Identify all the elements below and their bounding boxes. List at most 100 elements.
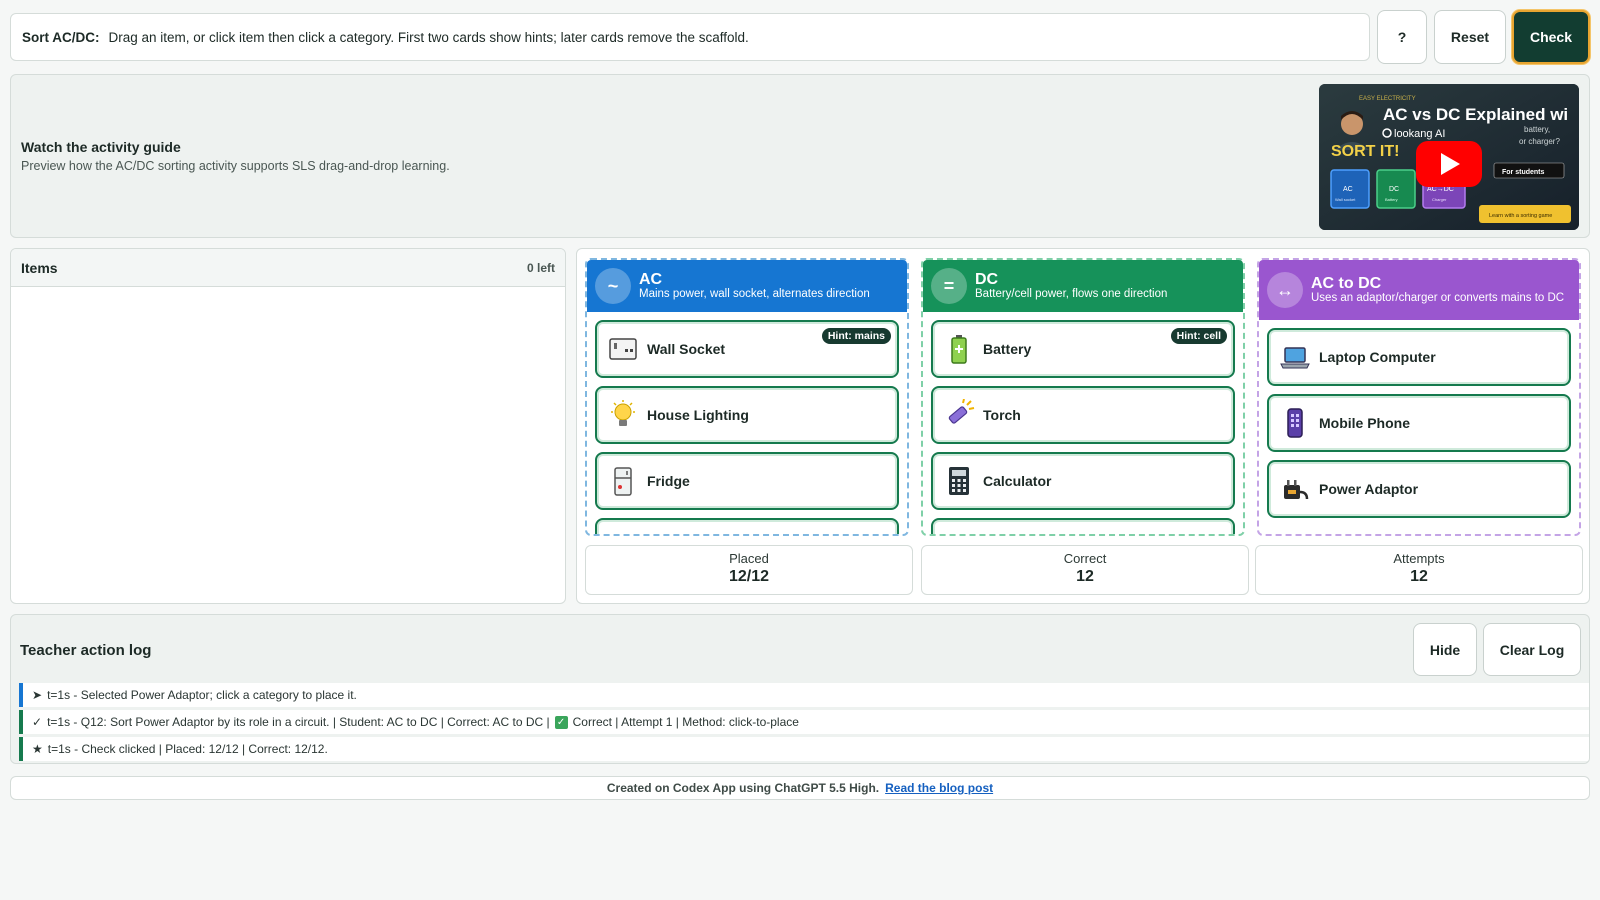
log-entry: ★ t=1s - Check clicked | Placed: 12/12 |… bbox=[19, 737, 1589, 761]
video-side-text-1: battery, bbox=[1524, 125, 1550, 134]
guide-title: Watch the activity guide bbox=[21, 139, 181, 155]
category-ac-name: AC bbox=[639, 271, 663, 288]
footer: Created on Codex App using ChatGPT 5.5 H… bbox=[10, 776, 1590, 800]
log-title: Teacher action log bbox=[20, 642, 152, 659]
category-dc-dropzone[interactable]: = DC Battery/cell power, flows one direc… bbox=[921, 258, 1245, 536]
category-dc-name: DC bbox=[975, 271, 999, 288]
category-ac-description: Mains power, wall socket, alternates dir… bbox=[639, 288, 870, 300]
items-header: Items 0 left bbox=[11, 249, 565, 287]
card-label: Battery bbox=[983, 341, 1032, 357]
category-ac-dropzone[interactable]: ~ AC Mains power, wall socket, alternate… bbox=[585, 258, 909, 536]
video-learn-text: Learn with a sorting game bbox=[1489, 213, 1552, 219]
log-entry: ✓ t=1s - Q12: Sort Power Adaptor by its … bbox=[19, 710, 1589, 734]
correct-label: Correct bbox=[1063, 551, 1107, 566]
placed-stat: Placed 12/12 bbox=[585, 545, 913, 595]
battery-icon bbox=[943, 333, 975, 365]
items-title: Items bbox=[21, 259, 58, 276]
log-entry-text: Correct | Attempt 1 | Method: click-to-p… bbox=[572, 715, 799, 729]
placed-value: 12/12 bbox=[728, 568, 770, 585]
checkmark-icon: ✓ bbox=[32, 715, 43, 729]
card-house-lighting[interactable]: House Lighting bbox=[595, 386, 899, 444]
category-ac-to-dc-name: AC to DC bbox=[1311, 275, 1382, 292]
log-entry-text: t=1s - Q12: Sort Power Adaptor by its ro… bbox=[47, 715, 550, 729]
video-box-acdc: AC→DC bbox=[1427, 186, 1454, 193]
star-icon: ★ bbox=[32, 742, 43, 756]
guide-subtitle: Preview how the AC/DC sorting activity s… bbox=[21, 159, 450, 173]
card-label: Torch bbox=[983, 407, 1021, 423]
calculator-icon bbox=[943, 465, 975, 497]
category-ac-to-dc-dropzone[interactable]: ↔ AC to DC Uses an adaptor/charger or co… bbox=[1257, 258, 1581, 536]
correct-value: 12 bbox=[1076, 568, 1094, 585]
clear-log-button[interactable]: Clear Log bbox=[1483, 623, 1581, 676]
attempts-stat: Attempts 12 bbox=[1255, 545, 1583, 595]
green-check-icon: ✓ bbox=[554, 715, 568, 729]
video-thumbnail[interactable]: EASY ELECTRICITY AC vs DC Explained wi l… bbox=[1319, 84, 1579, 230]
top-toolbar: Sort AC/DC: Drag an item, or click item … bbox=[10, 10, 1590, 64]
footer-text: Created on Codex App using ChatGPT 5.5 H… bbox=[606, 781, 880, 795]
log-entry: ➤ t=1s - Selected Power Adaptor; click a… bbox=[19, 683, 1589, 707]
help-button[interactable]: ? bbox=[1377, 10, 1427, 64]
card-label: House Lighting bbox=[647, 407, 749, 423]
category-dc-header[interactable]: = DC Battery/cell power, flows one direc… bbox=[923, 260, 1243, 312]
card-partial[interactable] bbox=[595, 518, 899, 534]
mobile-phone-icon bbox=[1279, 407, 1311, 439]
instructions-label: Sort AC/DC: bbox=[22, 29, 100, 45]
card-wall-socket[interactable]: Wall Socket Hint: mains bbox=[595, 320, 899, 378]
card-label: Power Adaptor bbox=[1319, 481, 1419, 497]
category-ac-header[interactable]: ~ AC Mains power, wall socket, alternate… bbox=[587, 260, 907, 312]
card-torch[interactable]: Torch bbox=[931, 386, 1235, 444]
ac-wave-icon: ~ bbox=[595, 268, 631, 304]
items-panel[interactable]: Items 0 left bbox=[10, 248, 566, 604]
card-fridge[interactable]: Fridge bbox=[595, 452, 899, 510]
category-dc-description: Battery/cell power, flows one direction bbox=[975, 288, 1168, 300]
instructions-text: Drag an item, or click item then click a… bbox=[108, 29, 749, 45]
torch-icon bbox=[943, 399, 975, 431]
instructions-bar: Sort AC/DC: Drag an item, or click item … bbox=[10, 13, 1370, 61]
card-partial[interactable] bbox=[931, 518, 1235, 534]
category-ac-to-dc-header[interactable]: ↔ AC to DC Uses an adaptor/charger or co… bbox=[1259, 260, 1579, 320]
video-side-text-2: or charger? bbox=[1519, 137, 1560, 146]
attempts-value: 12 bbox=[1410, 568, 1428, 585]
card-battery[interactable]: Battery Hint: cell bbox=[931, 320, 1235, 378]
teacher-action-log: Teacher action log Hide Clear Log ➤ t=1s… bbox=[10, 614, 1590, 764]
category-ac-to-dc-description: Uses an adaptor/charger or converts main… bbox=[1311, 292, 1565, 304]
card-label: Calculator bbox=[983, 473, 1052, 489]
attempts-label: Attempts bbox=[1393, 551, 1445, 566]
card-laptop-computer[interactable]: Laptop Computer bbox=[1267, 328, 1571, 386]
activity-guide-panel: Watch the activity guide Preview how the… bbox=[10, 74, 1590, 238]
reset-button[interactable]: Reset bbox=[1434, 10, 1506, 64]
log-entry-text: t=1s - Check clicked | Placed: 12/12 | C… bbox=[47, 742, 328, 756]
video-title: AC vs DC Explained wi bbox=[1383, 105, 1568, 124]
correct-stat: Correct 12 bbox=[921, 545, 1249, 595]
hint-badge: Hint: mains bbox=[821, 328, 891, 344]
card-mobile-phone[interactable]: Mobile Phone bbox=[1267, 394, 1571, 452]
video-box-ac-sub: Wall socket bbox=[1335, 197, 1356, 202]
video-sort-tag: SORT IT! bbox=[1331, 143, 1399, 160]
power-adaptor-icon bbox=[1279, 473, 1311, 505]
card-label: Fridge bbox=[647, 473, 690, 489]
ac-to-dc-arrow-icon: ↔ bbox=[1267, 272, 1303, 308]
video-box-ac: AC bbox=[1343, 186, 1353, 193]
card-label: Mobile Phone bbox=[1319, 415, 1410, 431]
card-power-adaptor[interactable]: Power Adaptor bbox=[1267, 460, 1571, 518]
light-bulb-icon bbox=[607, 399, 639, 431]
video-box-dc: DC bbox=[1389, 186, 1399, 193]
placed-label: Placed bbox=[729, 551, 769, 566]
laptop-icon bbox=[1279, 341, 1311, 373]
wall-socket-icon bbox=[607, 333, 639, 365]
categories-panel: ~ AC Mains power, wall socket, alternate… bbox=[576, 248, 1590, 604]
card-label: Laptop Computer bbox=[1319, 349, 1436, 365]
video-students-text: For students bbox=[1502, 169, 1544, 176]
check-button[interactable]: Check bbox=[1512, 10, 1590, 64]
dc-equals-icon: = bbox=[931, 268, 967, 304]
play-button-icon[interactable] bbox=[1416, 141, 1482, 187]
hide-log-button[interactable]: Hide bbox=[1413, 623, 1477, 676]
card-calculator[interactable]: Calculator bbox=[931, 452, 1235, 510]
video-corner-text: EASY ELECTRICITY bbox=[1359, 96, 1416, 102]
fridge-icon bbox=[607, 465, 639, 497]
blog-post-link[interactable]: Read the blog post bbox=[885, 781, 993, 795]
arrow-icon: ➤ bbox=[32, 688, 43, 702]
video-box-dc-sub: Battery bbox=[1385, 197, 1398, 202]
video-box-acdc-sub: Charger bbox=[1432, 197, 1447, 202]
items-remaining-count: 0 left bbox=[526, 260, 555, 275]
